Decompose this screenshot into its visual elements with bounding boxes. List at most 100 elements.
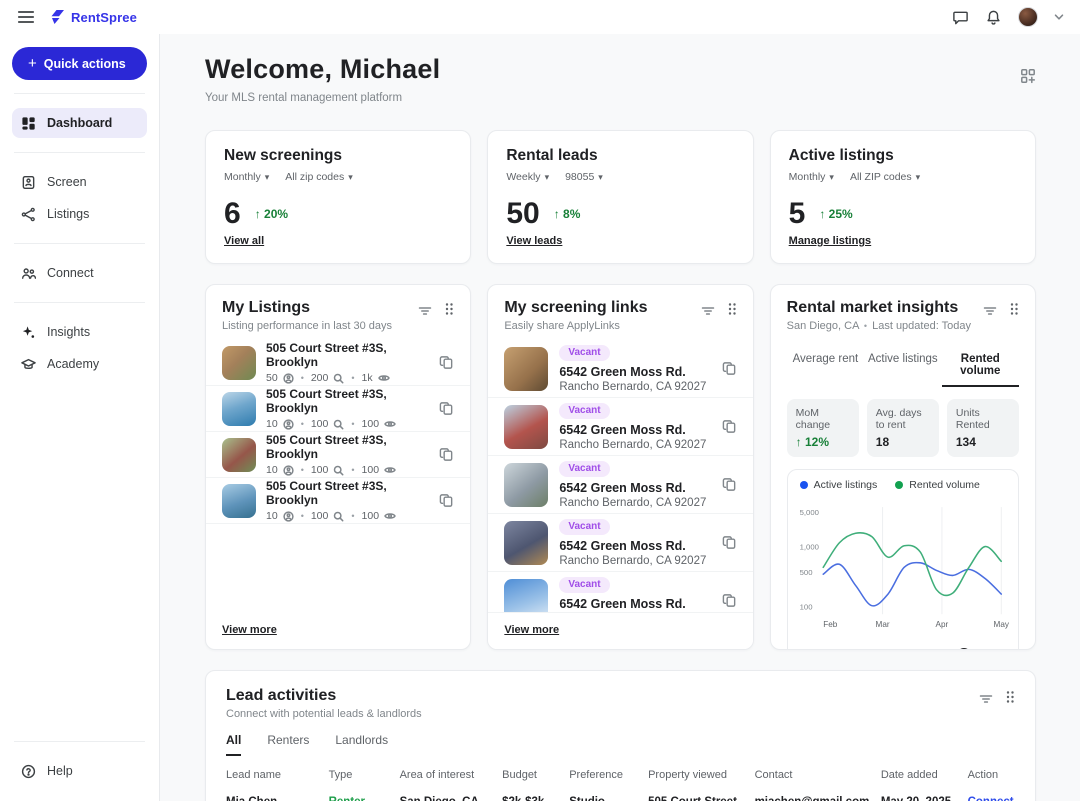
chip-label: MoM change	[796, 407, 850, 431]
table-header: Lead name Type Area of interest Budget P…	[226, 769, 1015, 781]
sidebar-item-academy[interactable]: Academy	[12, 349, 147, 379]
brand-logo[interactable]: RentSpree	[50, 9, 137, 25]
status-badge: Vacant	[559, 403, 609, 419]
status-badge: Vacant	[559, 519, 609, 535]
insights-tabs: Average rent Active listings Rented volu…	[787, 346, 1019, 387]
tab-all[interactable]: All	[226, 733, 241, 756]
tab-rented-volume[interactable]: Rented volume	[942, 346, 1019, 387]
drag-handle-icon[interactable]	[444, 302, 454, 319]
card-title: My Listings	[222, 299, 418, 317]
filter-icon[interactable]	[418, 304, 432, 318]
zip-filter-dropdown[interactable]: All ZIP codes	[850, 171, 920, 183]
sidebar-item-connect[interactable]: Connect	[12, 258, 147, 288]
manage-listings-link[interactable]: Manage listings	[789, 235, 872, 247]
page-title: Welcome, Michael	[205, 54, 440, 85]
screening-link-row[interactable]: Vacant 6542 Green Moss Rd. Rancho Bernar…	[488, 572, 752, 612]
drag-handle-icon[interactable]	[727, 302, 737, 319]
period-filter-dropdown[interactable]: Weekly	[506, 171, 549, 183]
connect-action-link[interactable]: Connect	[968, 796, 1015, 801]
status-badge: Vacant	[559, 461, 609, 477]
searches-count: 100	[311, 464, 329, 476]
view-more-link[interactable]: View more	[222, 624, 277, 636]
property-thumbnail	[504, 405, 548, 449]
property-viewed-link[interactable]: 505 Court Street	[648, 796, 755, 801]
chip-value: ↑ 12%	[796, 435, 850, 449]
screening-link-row[interactable]: Vacant 6542 Green Moss Rd. Rancho Bernar…	[488, 514, 752, 572]
svg-text:Apr: Apr	[935, 620, 948, 629]
widgets-row: My Listings Listing performance in last …	[205, 284, 1036, 650]
zip-filter-dropdown[interactable]: All zip codes	[285, 171, 352, 183]
property-city: Rancho Bernardo, CA 92027	[559, 381, 710, 393]
copy-icon[interactable]	[722, 419, 737, 434]
property-thumbnail	[504, 347, 548, 391]
period-filter-dropdown[interactable]: Monthly	[224, 171, 269, 183]
copy-icon[interactable]	[722, 593, 737, 608]
legend-label: Active listings	[814, 479, 878, 491]
card-my-listings: My Listings Listing performance in last …	[205, 284, 471, 650]
tab-active-listings[interactable]: Active listings	[864, 346, 941, 387]
copy-icon[interactable]	[722, 361, 737, 376]
applicants-icon	[283, 465, 294, 476]
chat-icon[interactable]	[952, 9, 969, 26]
copy-icon[interactable]	[439, 447, 454, 462]
view-leads-link[interactable]: View leads	[506, 235, 562, 247]
add-widget-icon[interactable]	[1020, 68, 1036, 84]
listings-icon	[21, 207, 36, 222]
col-area: Area of interest	[400, 769, 503, 781]
listing-row[interactable]: 505 Court Street #3S, Brooklyn 10 • 100 …	[206, 478, 470, 524]
period-filter-dropdown[interactable]: Monthly	[789, 171, 834, 183]
listing-row[interactable]: 505 Court Street #3S, Brooklyn 10 • 100 …	[206, 386, 470, 432]
chevron-down-icon[interactable]	[1054, 13, 1064, 21]
copy-icon[interactable]	[439, 355, 454, 370]
screening-links-list: Vacant 6542 Green Moss Rd. Rancho Bernar…	[488, 340, 752, 612]
bell-icon[interactable]	[985, 9, 1002, 26]
lead-contact-link[interactable]: miachen@gmail.com	[755, 796, 881, 801]
drag-handle-icon[interactable]	[1009, 302, 1019, 319]
rentspree-logo-icon	[50, 9, 66, 25]
filter-icon[interactable]	[701, 304, 715, 318]
views-icon	[378, 373, 390, 383]
copy-icon[interactable]	[722, 535, 737, 550]
sidebar-item-label: Dashboard	[47, 116, 112, 130]
col-property: Property viewed	[648, 769, 755, 781]
screening-link-row[interactable]: Vacant 6542 Green Moss Rd. Rancho Bernar…	[488, 398, 752, 456]
tab-landlords[interactable]: Landlords	[335, 733, 388, 756]
tab-renters[interactable]: Renters	[267, 733, 309, 756]
status-badge: Vacant	[559, 577, 609, 593]
filter-icon[interactable]	[983, 304, 997, 318]
sidebar-item-dashboard[interactable]: Dashboard	[12, 108, 147, 138]
chip-avg-days: Avg. days to rent 18	[867, 399, 939, 457]
view-more-link[interactable]: View more	[504, 624, 559, 636]
screening-link-row[interactable]: Vacant 6542 Green Moss Rd. Rancho Bernar…	[488, 340, 752, 398]
listing-row[interactable]: 505 Court Street #3S, Brooklyn 10 • 100 …	[206, 432, 470, 478]
searches-count: 200	[311, 372, 329, 384]
view-all-link[interactable]: View all	[224, 235, 264, 247]
filter-icon[interactable]	[979, 692, 993, 706]
avatar[interactable]	[1018, 7, 1038, 27]
sidebar-item-insights[interactable]: Insights	[12, 317, 147, 347]
lead-type: Renter	[329, 796, 400, 801]
property-address: 6542 Green Moss Rd.	[559, 597, 710, 611]
menu-icon[interactable]	[16, 7, 36, 27]
sidebar-item-screen[interactable]: Screen	[12, 167, 147, 197]
quick-actions-button[interactable]: + Quick actions	[12, 47, 147, 80]
copy-icon[interactable]	[439, 493, 454, 508]
chart-range-slider[interactable]	[916, 648, 1004, 650]
slider-thumb[interactable]	[957, 648, 971, 650]
property-address: 6542 Green Moss Rd.	[559, 423, 710, 437]
lead-name-link[interactable]: Mia Chen	[226, 796, 329, 801]
card-screening-links: My screening links Easily share ApplyLin…	[487, 284, 753, 650]
applicants-count: 10	[266, 418, 278, 430]
applicants-count: 10	[266, 510, 278, 522]
zip-filter-dropdown[interactable]: 98055	[565, 171, 603, 183]
dot-separator: •	[299, 465, 306, 475]
svg-text:100: 100	[799, 603, 812, 612]
drag-handle-icon[interactable]	[1005, 690, 1015, 707]
copy-icon[interactable]	[722, 477, 737, 492]
screening-link-row[interactable]: Vacant 6542 Green Moss Rd. Rancho Bernar…	[488, 456, 752, 514]
sidebar-item-listings[interactable]: Listings	[12, 199, 147, 229]
copy-icon[interactable]	[439, 401, 454, 416]
tab-average-rent[interactable]: Average rent	[787, 346, 864, 387]
listing-row[interactable]: 505 Court Street #3S, Brooklyn 50 • 200 …	[206, 340, 470, 386]
sidebar-item-help[interactable]: Help	[12, 756, 147, 786]
